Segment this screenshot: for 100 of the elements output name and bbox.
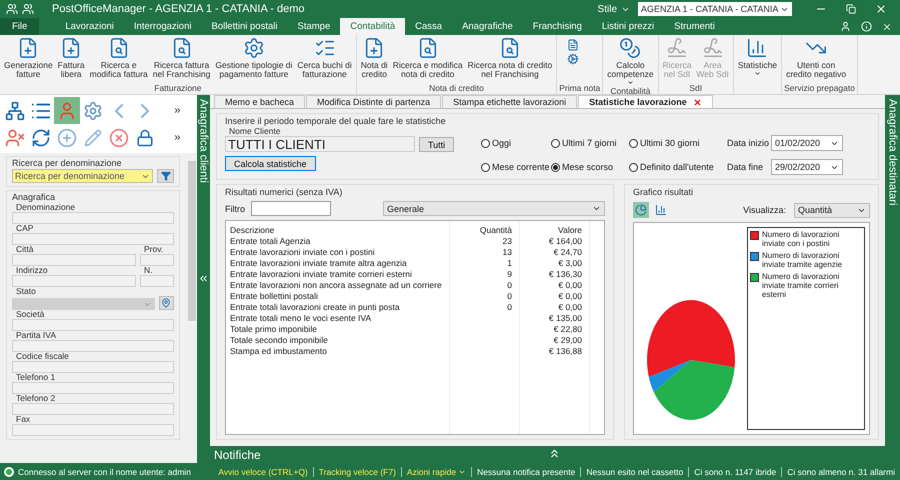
gear-icon[interactable] xyxy=(83,100,103,120)
tree-icon[interactable] xyxy=(5,100,25,120)
ribbon-tab[interactable]: Interrogazioni xyxy=(124,18,202,35)
ribbon-button[interactable]: Ricerca e modifica fattura xyxy=(88,37,150,83)
status-link[interactable]: Avvio veloce (CTRL+Q) xyxy=(213,466,313,476)
ribbon-button[interactable]: Nota di credito xyxy=(358,37,390,83)
status-link[interactable]: Tracking veloce (F7) xyxy=(312,466,401,476)
input-field[interactable] xyxy=(140,275,174,287)
ribbon-button[interactable]: Ricerca nota di credito nel Franchising xyxy=(466,37,554,83)
caret-icon[interactable] xyxy=(754,70,761,77)
group-label: Contabilità xyxy=(610,86,651,96)
file-menu[interactable]: File xyxy=(0,18,40,35)
restore-icon[interactable] xyxy=(846,4,856,14)
input-field[interactable] xyxy=(12,275,136,287)
input-field[interactable] xyxy=(12,424,174,436)
table-cell-text: € 3,00 xyxy=(557,258,583,269)
compute-button[interactable]: Calcola statistiche xyxy=(225,156,316,171)
document-tab[interactable]: Modifica Distinte di partenza xyxy=(306,95,442,108)
legend-label: Numero di lavorazioni inviate tramite agenzie xyxy=(762,251,844,269)
input-field[interactable] xyxy=(12,319,174,331)
ribbon-button[interactable]: Fattura libera xyxy=(56,37,87,83)
filter-field[interactable] xyxy=(251,201,331,216)
input-field[interactable] xyxy=(12,361,174,373)
ribbon-button[interactable]: Cerca buchi di fatturazione xyxy=(295,37,354,83)
input-field[interactable] xyxy=(12,212,174,224)
document-tab[interactable]: Statistiche lavorazione xyxy=(578,95,713,108)
ribbon-tab[interactable]: Contabilità xyxy=(340,18,406,35)
ribbon-button[interactable]: Ricerca e modifica nota di credito xyxy=(390,37,465,83)
info-icon[interactable] xyxy=(861,21,872,32)
delete-icon[interactable] xyxy=(109,128,129,148)
radio-option[interactable]: Mese corrente xyxy=(481,162,551,172)
more-icon[interactable] xyxy=(173,133,182,142)
ribbon-tab[interactable]: Anagrafiche xyxy=(452,18,523,35)
field-label: Data inizio xyxy=(727,138,770,148)
radio-option[interactable]: Mese scorso xyxy=(551,162,629,172)
ribbon-tab[interactable]: Lavorazioni xyxy=(55,18,124,35)
date-field[interactable]: 29/02/2020 xyxy=(771,159,843,175)
client-field[interactable]: TUTTI I CLIENTI xyxy=(225,136,415,152)
select-field[interactable] xyxy=(12,298,155,310)
radio-option[interactable]: Definito dall'utente xyxy=(629,162,727,172)
group-title: Grafico risultati xyxy=(633,187,694,197)
table-cell-text: € 29,00 xyxy=(552,335,583,346)
bar-view-button[interactable] xyxy=(653,202,669,218)
measure-select[interactable]: Quantità xyxy=(794,202,870,218)
users-icon[interactable] xyxy=(6,3,18,15)
input-field[interactable] xyxy=(12,403,174,415)
ribbon-button[interactable]: Generazione fatture xyxy=(2,37,55,83)
user-icon[interactable] xyxy=(840,21,851,32)
document-tab[interactable]: Memo e bacheca xyxy=(214,95,306,108)
close-icon[interactable] xyxy=(692,98,702,106)
gear-icon[interactable] xyxy=(567,53,580,65)
document-tab[interactable]: Stampa etichette lavorazioni xyxy=(442,95,578,108)
table-cell-text: € 136,30 xyxy=(548,269,583,280)
category-select[interactable]: Generale xyxy=(383,201,605,216)
agency-select[interactable]: AGENZIA 1 - CATANIA - CATANIA xyxy=(638,2,792,16)
ribbon-button[interactable]: Calcolo competenze xyxy=(605,37,656,86)
map-button[interactable] xyxy=(158,296,174,310)
input-field[interactable] xyxy=(12,382,174,394)
document-icon[interactable] xyxy=(567,39,580,51)
table-cell-text: € 22,80 xyxy=(552,324,583,335)
refresh-icon[interactable] xyxy=(31,128,51,148)
input-field[interactable] xyxy=(12,233,174,245)
user-remove-icon[interactable] xyxy=(5,128,25,148)
table-cell-text: 0 xyxy=(506,280,513,291)
status-text: Nessuna notifica presente xyxy=(471,466,580,476)
users-icon[interactable] xyxy=(22,3,34,15)
ribbon-button[interactable]: Gestione tipologie di pagamento fatture xyxy=(213,37,294,83)
ribbon-tab[interactable]: Strumenti xyxy=(664,18,725,35)
notifications-bar[interactable]: Notifiche xyxy=(210,446,885,463)
more-icon[interactable] xyxy=(173,106,182,115)
table-cell-text: Entrate lavorazioni non ancora assegnate ad un corriere xyxy=(229,280,443,291)
pie-view-button[interactable] xyxy=(633,202,649,218)
style-menu[interactable]: Stile xyxy=(598,4,617,14)
ribbon-tab[interactable]: Cassa xyxy=(405,18,452,35)
ribbon-button[interactable]: Utenti con credito negativo xyxy=(784,37,848,83)
lock-icon[interactable] xyxy=(136,128,154,146)
ribbon-button[interactable]: Statistiche xyxy=(736,37,780,83)
close-icon[interactable] xyxy=(882,22,892,32)
input-field[interactable] xyxy=(12,254,136,266)
date-field[interactable]: 01/02/2020 xyxy=(771,135,843,151)
ribbon-tab[interactable]: Listini prezzi xyxy=(592,18,664,35)
all-button[interactable]: Tutti xyxy=(419,137,454,152)
close-icon[interactable] xyxy=(875,3,887,15)
radio-option[interactable]: Ultimi 30 giorni xyxy=(629,138,727,148)
status-menu[interactable]: Azioni rapide xyxy=(400,466,472,476)
input-field[interactable] xyxy=(140,254,174,266)
search-select[interactable]: Ricerca per denominazione xyxy=(12,169,153,183)
caret-icon[interactable] xyxy=(592,204,601,213)
coins-icon xyxy=(619,37,642,59)
input-field[interactable] xyxy=(12,340,174,352)
ribbon-tab[interactable]: Bollettini postali xyxy=(201,18,288,35)
connection-status: Connesso al server con il nome utente: admin xyxy=(4,466,214,476)
filter-button[interactable] xyxy=(157,169,174,183)
radio-option[interactable]: Ultimi 7 giorni xyxy=(551,138,629,148)
collapse-icon[interactable] xyxy=(198,273,209,284)
caret-icon[interactable] xyxy=(626,79,634,86)
radio-option[interactable]: Oggi xyxy=(481,138,551,148)
ribbon-tab[interactable]: Stampe xyxy=(287,18,340,35)
ribbon-button[interactable]: Ricerca fattura nel Franchising xyxy=(150,37,212,83)
ribbon-tab[interactable]: Franchising xyxy=(522,18,592,35)
